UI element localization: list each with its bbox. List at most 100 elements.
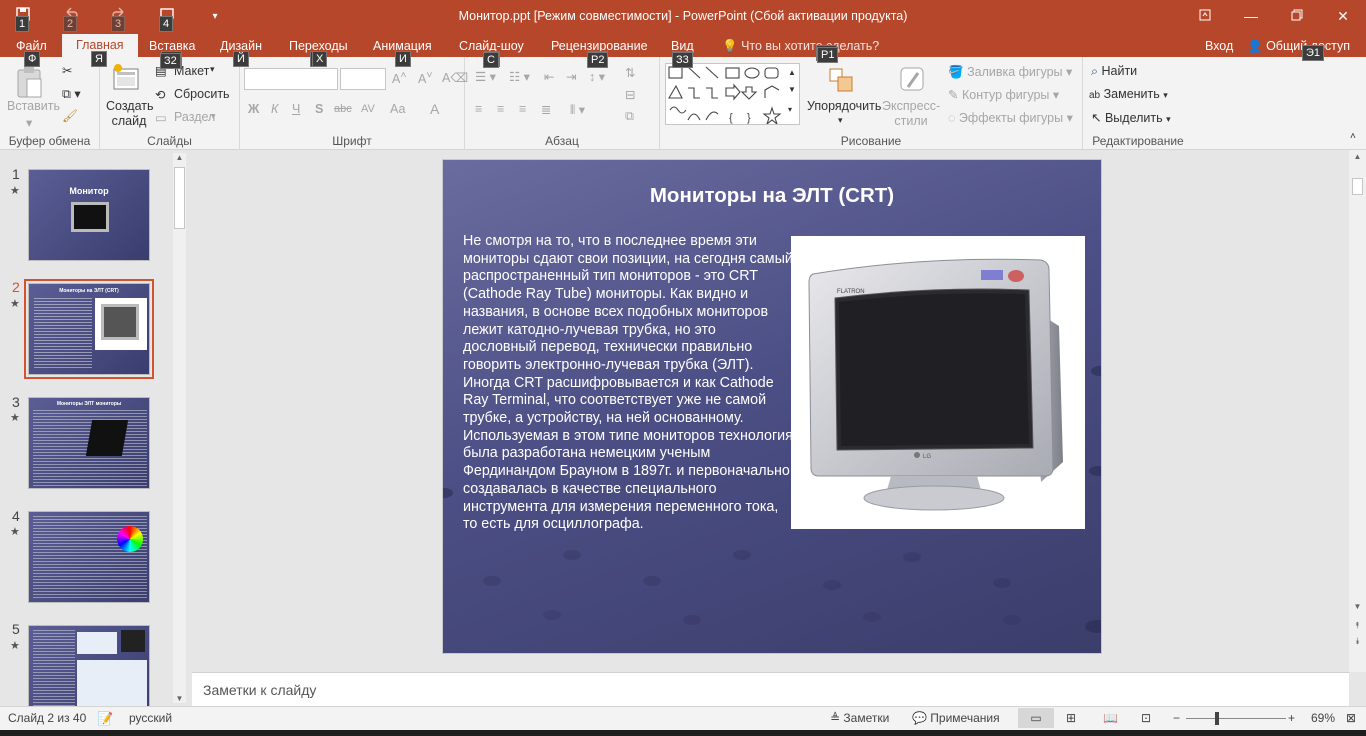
align-center-icon[interactable]: ≡ (497, 102, 504, 116)
slide-counter[interactable]: Слайд 2 из 40 (8, 711, 86, 725)
scroll-up-icon[interactable]: ▲ (173, 153, 186, 162)
zoom-in-icon[interactable]: + (1288, 711, 1295, 725)
change-case-button[interactable]: Аа (390, 102, 405, 116)
group-paragraph: ☰ ▾ ☷ ▾ ⇤ ⇥ ↕ ▾ ⇅ ⊟ ⧉ С Р2 ≡ ≡ ≡ ≣ ⫴ ▾ А… (465, 52, 660, 150)
zoom-slider-thumb[interactable] (1215, 712, 1219, 725)
quick-styles-button[interactable]: Экспресс-стили (882, 99, 940, 129)
slide-scrollbar[interactable]: ▲ ▼ ⯭ ⯯ (1349, 150, 1366, 672)
strikethrough-button[interactable]: abc (334, 103, 352, 115)
shape-outline-button[interactable]: ✎ Контур фигуры ▾ (948, 87, 1059, 102)
cut-icon[interactable]: ✂ (62, 63, 72, 78)
find-button[interactable]: ⌕ Найти (1091, 64, 1137, 79)
spell-check-icon[interactable]: 📝 (97, 711, 113, 727)
shrink-font-icon[interactable]: A˅ (418, 70, 432, 86)
align-left-icon[interactable]: ≡ (475, 102, 482, 116)
font-color-button[interactable]: А (430, 101, 439, 117)
slide-canvas[interactable]: Мониторы на ЭЛТ (CRT) Не смотря на то, ч… (442, 159, 1102, 654)
reset-icon[interactable]: ⟲ (155, 87, 165, 102)
shapes-more-icon[interactable]: ▾ (788, 105, 792, 114)
font-name-field[interactable] (244, 68, 338, 90)
shapes-scroll-up-icon[interactable]: ▲ (788, 68, 796, 77)
slide-thumbnail-1[interactable]: Монитор (28, 169, 150, 261)
reset-button[interactable]: Сбросить (174, 87, 230, 101)
arrange-icon[interactable] (828, 67, 856, 98)
select-button[interactable]: ↖ Выделить ▾ (1091, 110, 1171, 125)
slide-thumbnail-4[interactable] (28, 511, 150, 603)
shadow-button[interactable]: S (315, 102, 323, 116)
notes-pane[interactable]: Заметки к слайду (192, 672, 1349, 706)
line-spacing-icon[interactable]: ↕ ▾ (589, 69, 605, 84)
section-icon[interactable]: ▭ (155, 110, 167, 125)
decrease-indent-icon[interactable]: ⇤ (544, 69, 554, 84)
format-painter-icon[interactable]: 🖌 (62, 109, 78, 124)
new-slide-icon[interactable] (112, 63, 142, 96)
scroll-down-icon[interactable]: ▼ (173, 694, 186, 703)
quick-styles-icon[interactable] (898, 65, 928, 98)
slideshow-view-icon[interactable]: ⊡ (1141, 711, 1151, 725)
notes-toggle-button[interactable]: ≜ Заметки (830, 711, 889, 725)
crt-monitor-image[interactable]: FLATRON LG (791, 236, 1085, 529)
tell-me-label: Что вы хотите сделать? (741, 39, 880, 53)
slide-thumbnail-5[interactable] (28, 625, 150, 706)
italic-button[interactable]: К (271, 102, 278, 116)
minimize-icon[interactable]: — (1228, 0, 1274, 33)
arrange-dropdown-icon[interactable]: ▾ (838, 115, 843, 126)
char-spacing-button[interactable]: AV (361, 103, 375, 115)
bullets-icon[interactable]: ☰ ▾ (475, 69, 496, 84)
scroll-up-icon[interactable]: ▲ (1349, 152, 1366, 161)
normal-view-icon[interactable]: ▭ (1018, 708, 1054, 728)
fit-slide-icon[interactable]: ⊠ (1346, 711, 1356, 725)
bold-button[interactable]: Ж (248, 102, 259, 116)
copy-icon[interactable]: ⧉ ▾ (62, 86, 81, 102)
zoom-level[interactable]: 69% (1311, 711, 1335, 725)
justify-icon[interactable]: ≣ (541, 102, 551, 117)
language-indicator[interactable]: русский (129, 711, 172, 725)
align-text-icon[interactable]: ⊟ (625, 87, 635, 102)
columns-icon[interactable]: ⫴ ▾ (570, 102, 585, 118)
shapes-gallery[interactable]: {} (665, 63, 800, 126)
close-icon[interactable]: ✕ (1320, 0, 1366, 33)
font-size-field[interactable] (340, 68, 386, 90)
section-button[interactable]: Раздел (174, 110, 215, 124)
group-slides: Создать слайд ▤ Макет ▾ З2 ⟲ Сбросить ▭ … (100, 53, 240, 150)
comments-toggle-button[interactable]: 💬 Примечания (912, 711, 1000, 725)
shape-effects-button[interactable]: ◌ Эффекты фигуры ▾ (948, 110, 1073, 125)
slide-title[interactable]: Мониторы на ЭЛТ (CRT) (443, 184, 1101, 208)
smartart-icon[interactable]: ⧉ (625, 109, 634, 124)
underline-button[interactable]: Ч (292, 102, 300, 116)
text-direction-icon[interactable]: ⇅ (625, 65, 635, 80)
paste-dropdown-icon[interactable]: ▾ (26, 115, 32, 130)
slide-thumbnail-2[interactable]: Мониторы на ЭЛТ (CRT) (24, 279, 154, 379)
slide-thumbnail-3[interactable]: Мониторы ЭЛТ мониторы (28, 397, 150, 489)
arrange-button[interactable]: Упорядочить (807, 99, 881, 113)
scroll-down-icon[interactable]: ▼ (1349, 602, 1366, 611)
paste-icon[interactable] (15, 65, 45, 102)
shape-fill-button[interactable]: 🪣 Заливка фигуры ▾ (948, 64, 1072, 80)
thumbnails-scroll-thumb[interactable] (174, 167, 185, 229)
replace-button[interactable]: ab Заменить ▾ (1089, 87, 1168, 101)
slide-sorter-icon[interactable]: ⊞ (1066, 711, 1076, 725)
zoom-slider-track[interactable] (1186, 718, 1286, 719)
maximize-icon[interactable] (1274, 0, 1320, 33)
previous-slide-icon[interactable]: ⯭ (1349, 620, 1366, 631)
layout-dropdown-icon[interactable]: ▾ (210, 64, 215, 75)
next-slide-icon[interactable]: ⯯ (1349, 636, 1366, 647)
ribbon-display-options-icon[interactable] (1182, 0, 1228, 33)
align-right-icon[interactable]: ≡ (519, 102, 526, 116)
increase-indent-icon[interactable]: ⇥ (566, 69, 576, 84)
shapes-scroll-down-icon[interactable]: ▼ (788, 85, 796, 94)
section-dropdown-icon[interactable]: ▾ (211, 111, 216, 122)
zoom-out-icon[interactable]: − (1173, 711, 1180, 725)
slide-body-text[interactable]: Не смотря на то, что в последнее время э… (463, 233, 793, 534)
reading-view-icon[interactable]: 📖 (1103, 711, 1118, 725)
slide-scroll-thumb[interactable] (1352, 178, 1363, 195)
paste-button[interactable]: Вставить (7, 99, 60, 113)
collapse-ribbon-icon[interactable]: ˄ (1350, 131, 1356, 142)
tell-me-box[interactable]: 💡 Что вы хотите сделать? (720, 36, 881, 57)
thumbnails-scrollbar[interactable]: ▲ ▼ (173, 153, 186, 703)
grow-font-icon[interactable]: A˄ (392, 70, 406, 86)
sign-in-link[interactable]: Вход (1203, 36, 1235, 57)
share-button[interactable]: 👤 Общий доступ (1245, 36, 1352, 57)
new-slide-button[interactable]: Создать слайд (106, 99, 154, 129)
numbering-icon[interactable]: ☷ ▾ (509, 69, 530, 84)
